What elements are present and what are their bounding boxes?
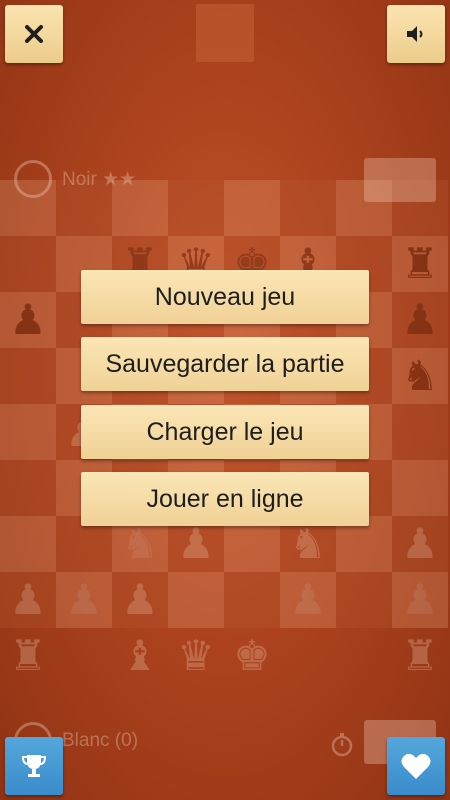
trophy-icon <box>21 755 47 777</box>
black-rook-piece: ♜ <box>401 239 439 288</box>
board-square <box>0 236 56 292</box>
status-box <box>196 4 254 62</box>
white-king-piece: ♚ <box>233 631 271 680</box>
speaker-icon <box>407 26 423 42</box>
bottom-player-name: Blanc (0) <box>62 730 139 751</box>
board-square <box>392 404 448 460</box>
white-rook-piece: ♜ <box>9 631 47 680</box>
white-pawn-piece: ♟ <box>401 575 439 624</box>
board-square <box>0 516 56 572</box>
top-player: Noir ★★ <box>14 160 136 198</box>
white-rook-piece: ♜ <box>401 631 439 680</box>
white-pawn-piece: ♟ <box>121 575 159 624</box>
black-pawn-piece: ♟ <box>401 295 439 344</box>
black-knight-piece: ♞ <box>401 351 439 400</box>
stopwatch-icon <box>329 731 355 762</box>
white-pawn-piece: ♟ <box>65 575 103 624</box>
board-square <box>224 180 280 236</box>
board-square <box>336 572 392 628</box>
white-pawn-piece: ♟ <box>9 575 47 624</box>
board-square <box>0 460 56 516</box>
white-pawn-piece: ♟ <box>401 519 439 568</box>
board-square <box>0 348 56 404</box>
board-square <box>0 404 56 460</box>
close-icon <box>25 25 43 43</box>
white-bishop-piece: ♝ <box>121 631 159 680</box>
top-player-timer <box>364 158 436 202</box>
robot-avatar-icon <box>14 160 52 198</box>
close-button[interactable] <box>5 5 63 63</box>
chessboard-background: ♜ ♛ ♚ ♝ ♜ ♟ ♟ ♞ ♟ ♞ ♟ ♞ ♟ ♟ ♟ ♟ ♟ ♟ ♜ ♝ … <box>0 0 450 800</box>
save-game-button[interactable]: Sauvegarder la partie <box>81 337 369 391</box>
white-pawn-piece: ♟ <box>289 575 327 624</box>
trophy-button[interactable] <box>5 737 63 795</box>
board-square <box>392 460 448 516</box>
new-game-button[interactable]: Nouveau jeu <box>81 270 369 324</box>
heart-icon <box>401 753 431 779</box>
load-game-button[interactable]: Charger le jeu <box>81 405 369 459</box>
sound-button[interactable] <box>387 5 445 63</box>
black-pawn-piece: ♟ <box>9 295 47 344</box>
board-square <box>168 572 224 628</box>
favorite-button[interactable] <box>387 737 445 795</box>
play-online-button[interactable]: Jouer en ligne <box>81 472 369 526</box>
top-player-name: Noir ★★ <box>62 168 137 190</box>
white-queen-piece: ♛ <box>177 631 215 680</box>
board-square <box>280 180 336 236</box>
board-square <box>168 180 224 236</box>
board-square <box>224 572 280 628</box>
